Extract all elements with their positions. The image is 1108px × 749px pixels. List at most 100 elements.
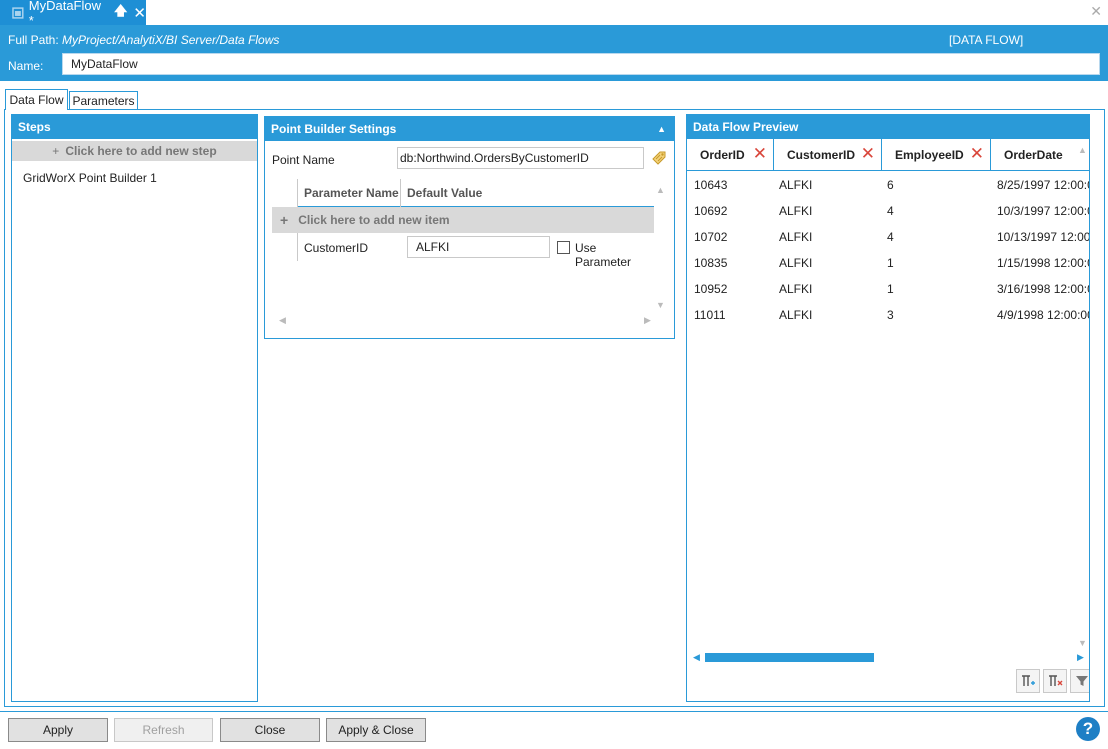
apply-button[interactable]: Apply <box>8 718 108 742</box>
collapse-icon[interactable]: ▲ <box>657 124 666 134</box>
type-label: [DATA FLOW] <box>949 33 1024 47</box>
preview-table-header: OrderID ✕ CustomerID ✕ EmployeeID ✕ Orde… <box>687 139 1089 171</box>
vscroll-down-icon[interactable]: ▼ <box>1078 638 1087 648</box>
column-header-label: OrderID <box>700 147 745 162</box>
document-tab-title: MyDataFlow * <box>28 0 102 28</box>
parameter-name-cell: CustomerID <box>304 241 369 255</box>
cell-employeeid: 1 <box>887 256 894 270</box>
plus-icon: + <box>52 144 60 158</box>
default-value-input[interactable] <box>407 236 550 258</box>
parameter-row: CustomerID Use Parameter <box>297 233 654 269</box>
use-parameter-checkbox[interactable] <box>557 241 570 254</box>
filter-glyph <box>1076 676 1088 686</box>
column-add-glyph <box>1022 675 1035 686</box>
filter-icon[interactable] <box>1070 669 1089 693</box>
dataflow-doc-icon <box>12 6 24 19</box>
window-close-icon[interactable]: ✕ <box>1090 3 1102 20</box>
cell-orderdate: 4/9/1998 12:00:00 <box>997 308 1090 322</box>
pin-icon[interactable]: 🡅 <box>114 2 127 24</box>
column-header-employeeid[interactable]: EmployeeID ✕ <box>882 139 991 170</box>
name-label: Name: <box>8 59 44 73</box>
add-item-button[interactable]: + Click here to add new item <box>272 207 654 233</box>
use-parameter-label: Use Parameter <box>575 241 632 269</box>
column-header-customerid[interactable]: CustomerID ✕ <box>774 139 882 170</box>
vscroll-up-icon[interactable]: ▲ <box>1078 145 1087 155</box>
hscroll-right-icon[interactable]: ▶ <box>1077 652 1084 663</box>
point-builder-panel: Point Builder Settings ▲ Point Name Para… <box>264 116 675 339</box>
cell-employeeid: 3 <box>887 308 894 322</box>
cell-employeeid: 4 <box>887 204 894 218</box>
column-header-label: OrderDate <box>1004 147 1063 162</box>
column-add-icon[interactable] <box>1016 669 1040 693</box>
data-flow-preview-panel: Data Flow Preview OrderID ✕ CustomerID ✕… <box>686 114 1090 702</box>
help-icon[interactable]: ? <box>1076 717 1100 741</box>
document-tab-mydataflow[interactable]: MyDataFlow * 🡅 ✕ <box>0 0 146 28</box>
name-input[interactable] <box>62 53 1100 75</box>
cell-employeeid: 4 <box>887 230 894 244</box>
tag-browse-icon[interactable] <box>651 150 667 166</box>
point-name-label: Point Name <box>272 153 335 167</box>
step-item[interactable]: GridWorX Point Builder 1 <box>12 161 257 185</box>
table-row[interactable]: 10952 ALFKI 1 3/16/1998 12:00:0 <box>687 276 1089 302</box>
column-header-orderdate[interactable]: OrderDate <box>991 139 1089 170</box>
table-row[interactable]: 10643 ALFKI 6 8/25/1997 12:00:0 <box>687 172 1090 198</box>
cell-orderid: 10835 <box>694 256 728 270</box>
table-row[interactable]: 11011 ALFKI 3 4/9/1998 12:00:00 <box>687 302 1090 328</box>
fullpath-label: Full Path: <box>8 33 59 47</box>
column-remove-glyph <box>1049 675 1063 686</box>
close-tab-icon[interactable]: ✕ <box>133 4 146 22</box>
remove-column-icon[interactable]: ✕ <box>861 144 875 164</box>
cell-orderdate: 8/25/1997 12:00:0 <box>997 178 1090 192</box>
remove-column-icon[interactable]: ✕ <box>753 144 767 164</box>
point-builder-header: Point Builder Settings ▲ <box>265 117 674 141</box>
hscroll-left-icon[interactable]: ◀ <box>279 315 286 326</box>
steps-panel-title: Steps <box>12 115 257 139</box>
add-item-label: Click here to add new item <box>298 213 450 227</box>
column-remove-icon[interactable] <box>1043 669 1067 693</box>
add-step-label: Click here to add new step <box>65 144 217 158</box>
cell-customerid: ALFKI <box>779 230 813 244</box>
cell-customerid: ALFKI <box>779 282 813 296</box>
remove-column-icon[interactable]: ✕ <box>970 144 984 164</box>
apply-close-button[interactable]: Apply & Close <box>326 718 426 742</box>
parameter-grid-header: Parameter Name Default Value <box>297 179 654 207</box>
cell-orderid: 10702 <box>694 230 728 244</box>
hscroll-thumb[interactable] <box>705 653 874 662</box>
cell-orderdate: 10/3/1997 12:00:0 <box>997 204 1090 218</box>
add-step-button[interactable]: + Click here to add new step <box>12 141 257 161</box>
preview-title: Data Flow Preview <box>687 115 1089 139</box>
bottom-button-bar: Apply Refresh Close Apply & Close ? <box>0 711 1108 749</box>
document-tabstrip <box>0 0 1108 25</box>
column-header-label: CustomerID <box>787 147 856 162</box>
cell-customerid: ALFKI <box>779 178 813 192</box>
tab-parameters[interactable]: Parameters <box>69 91 138 110</box>
cell-employeeid: 1 <box>887 282 894 296</box>
cell-employeeid: 6 <box>887 178 894 192</box>
cell-orderid: 10643 <box>694 178 728 192</box>
refresh-button[interactable]: Refresh <box>114 718 213 742</box>
point-name-input[interactable] <box>397 147 644 169</box>
header-panel: Full Path: MyProject/AnalytiX/BI Server/… <box>0 25 1108 81</box>
point-builder-title: Point Builder Settings <box>271 122 397 136</box>
column-header-default-value[interactable]: Default Value <box>401 179 651 207</box>
cell-customerid: ALFKI <box>779 308 813 322</box>
hscroll-right-icon[interactable]: ▶ <box>644 315 651 326</box>
cell-customerid: ALFKI <box>779 204 813 218</box>
cell-orderdate: 10/13/1997 12:00 <box>997 230 1090 244</box>
table-row[interactable]: 10702 ALFKI 4 10/13/1997 12:00 <box>687 224 1090 250</box>
tab-data-flow[interactable]: Data Flow <box>5 89 68 110</box>
plus-icon: + <box>280 212 289 228</box>
cell-orderdate: 1/15/1998 12:00:0 <box>997 256 1090 270</box>
table-row[interactable]: 10835 ALFKI 1 1/15/1998 12:00:0 <box>687 250 1090 276</box>
cell-orderid: 10952 <box>694 282 728 296</box>
cell-customerid: ALFKI <box>779 256 813 270</box>
vscroll-up-icon[interactable]: ▲ <box>656 185 665 195</box>
hscroll-left-icon[interactable]: ◀ <box>693 652 700 663</box>
column-header-parameter-name[interactable]: Parameter Name <box>297 179 401 207</box>
column-header-orderid[interactable]: OrderID ✕ <box>687 139 774 170</box>
table-row[interactable]: 10692 ALFKI 4 10/3/1997 12:00:0 <box>687 198 1090 224</box>
close-button[interactable]: Close <box>220 718 320 742</box>
cell-orderid: 11011 <box>694 308 726 322</box>
steps-panel: Steps + Click here to add new step GridW… <box>11 114 258 702</box>
vscroll-down-icon[interactable]: ▼ <box>656 300 665 310</box>
